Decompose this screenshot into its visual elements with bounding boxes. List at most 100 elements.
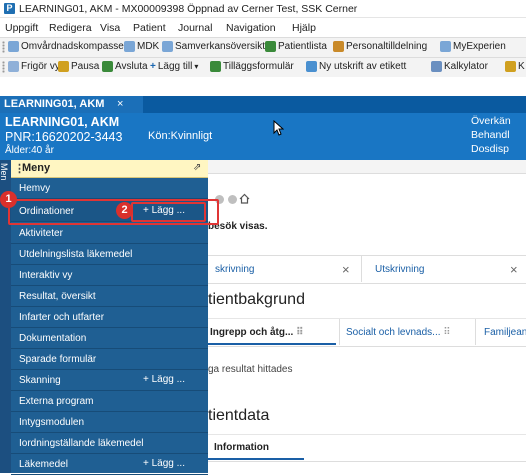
patient-sex: Kön:Kvinnligt	[148, 130, 213, 142]
exit-icon	[102, 61, 113, 72]
add-lakemedel-button[interactable]: + Lägg ...	[143, 458, 185, 469]
active-subtab-indicator	[208, 343, 336, 345]
section-patientbakgrund: tientbakgrund	[208, 291, 305, 308]
subtab-familjeanamnes[interactable]: Familjean	[484, 327, 526, 338]
menu-item-skanning[interactable]: Skanning + Lägg ...	[11, 370, 208, 391]
patient-pnr: PNR:16620202-3443	[5, 130, 123, 144]
form-icon	[210, 61, 221, 72]
subtab-socialt[interactable]: Socialt och levnads... ⠿	[346, 327, 451, 338]
print-label-icon	[306, 61, 317, 72]
banner-allergy[interactable]: Överkän	[471, 115, 511, 127]
add-skanning-button[interactable]: + Lägg ...	[143, 374, 185, 385]
menu-item-sparade-formular[interactable]: Sparade formulär	[11, 349, 208, 370]
toolbar-ny-utskrift[interactable]: Ny utskrift av etikett	[306, 61, 406, 72]
menu-title: Meny	[22, 162, 51, 174]
close-icon[interactable]: ×	[510, 262, 518, 277]
banner-dose[interactable]: Dosdisp	[471, 143, 509, 155]
menu-journal[interactable]: Journal	[178, 22, 212, 34]
mouse-cursor-icon	[273, 120, 284, 136]
highlight-add-button	[131, 202, 206, 222]
menu-hjalp[interactable]: Hjälp	[292, 22, 316, 34]
toolbar-grip	[2, 61, 5, 73]
menu-redigera[interactable]: Redigera	[49, 22, 92, 34]
menu-item-interaktiv-vy[interactable]: Interaktiv vy	[11, 265, 208, 286]
menu-item-resultat[interactable]: Resultat, översikt	[11, 286, 208, 307]
patient-list-icon	[265, 41, 276, 52]
close-icon[interactable]: ×	[117, 96, 123, 113]
pin-icon[interactable]: ⇗	[193, 162, 201, 173]
calculator-icon	[431, 61, 442, 72]
menu-item-dokumentation[interactable]: Dokumentation	[11, 328, 208, 349]
menu-item-infarter[interactable]: Infarter och utfarter	[11, 307, 208, 328]
menu-item-hemvy[interactable]: Hemvy	[11, 178, 208, 199]
content-area	[208, 160, 526, 473]
step-badge-1: 1	[0, 191, 17, 208]
toolbar-myexperience[interactable]: MyExperien	[440, 41, 506, 52]
toolbar-avsluta[interactable]: Avsluta	[102, 61, 148, 72]
toolbar-tillaggsformular[interactable]: Tilläggsformulär	[210, 61, 294, 72]
pause-icon	[58, 61, 69, 72]
home-icon[interactable]	[239, 193, 250, 204]
toolbar-lagg-till[interactable]: + Lägg till ▾	[150, 61, 198, 72]
content-top-strip	[208, 160, 526, 173]
toolbar-k[interactable]: K	[505, 61, 525, 72]
patient-tab[interactable]: LEARNING01, AKM ×	[0, 96, 143, 113]
toolbar-kalkylator[interactable]: Kalkylator	[431, 61, 488, 72]
menu-patient[interactable]: Patient	[133, 22, 166, 34]
app-icon: P	[4, 3, 15, 14]
link-icon	[124, 41, 135, 52]
link-icon	[8, 41, 19, 52]
toolbar-omvardnadskompassen[interactable]: Omvårdnadskompassen	[8, 41, 129, 52]
menu-item-aktiviteter[interactable]: Aktiviteter	[11, 223, 208, 244]
toolbar-grip	[2, 41, 5, 53]
patient-age: Ålder:40 år	[5, 145, 54, 156]
link-icon	[440, 41, 451, 52]
toolbar-samverkansoversikt[interactable]: Samverkansöversikt	[162, 41, 265, 52]
tab-information[interactable]: Information	[214, 442, 269, 453]
detach-icon	[8, 61, 19, 72]
patient-name: LEARNING01, AKM	[5, 115, 120, 129]
subtab-divider	[339, 319, 340, 345]
tab-divider	[361, 256, 362, 282]
banner-treatment[interactable]: Behandl	[471, 129, 510, 141]
menu-item-intygsmodulen[interactable]: Intygsmodulen	[11, 412, 208, 433]
drag-handle-icon[interactable]: ⠿	[443, 327, 450, 338]
toolbar-links: Omvårdnadskompassen MDK Samverkansöversi…	[0, 37, 526, 57]
toolbar-patientlista[interactable]: Patientlista	[265, 41, 327, 52]
toolbar-personaltilldelning[interactable]: Personaltilldelning	[333, 41, 427, 52]
menu-navigation[interactable]: Navigation	[226, 22, 276, 34]
subtab-ingrepp[interactable]: Ingrepp och åtg... ⠿	[210, 327, 303, 338]
toolbar-actions: Frigör vy Pausa Avsluta + Lägg till ▾ Till…	[0, 57, 526, 77]
forward-nav-icon[interactable]	[228, 195, 237, 204]
tab-inskrivning[interactable]: skrivning	[215, 264, 254, 275]
window-title: LEARNING01, AKM - MX00009398 Öppnad av C…	[19, 3, 358, 15]
patient-tab-label: LEARNING01, AKM	[4, 98, 105, 110]
toolbar-mdk[interactable]: MDK	[124, 41, 159, 52]
tab-utskrivning[interactable]: Utskrivning	[375, 264, 424, 275]
menu-item-utdelningslista[interactable]: Utdelningslista läkemedel	[11, 244, 208, 265]
encounter-tab-row	[208, 255, 526, 284]
menu-visa[interactable]: Visa	[100, 22, 120, 34]
step-badge-2: 2	[116, 202, 133, 219]
link-icon	[162, 41, 173, 52]
drag-handle-icon[interactable]: ⠿	[296, 327, 303, 338]
section-patientdata: tientdata	[208, 407, 270, 424]
side-strip-label: Men	[0, 163, 9, 181]
link-icon	[505, 61, 516, 72]
menu-item-iordningstallande[interactable]: Iordningställande läkemedel	[11, 433, 208, 454]
plus-icon: +	[150, 61, 156, 72]
menu-header: ⋮ Meny ⇗	[11, 160, 208, 178]
menu-bar: Uppgift Redigera Visa Patient Journal Na…	[0, 18, 526, 37]
chevron-down-icon: ▾	[194, 62, 199, 71]
toolbar-pausa[interactable]: Pausa	[58, 61, 99, 72]
toolbar-frigor-vy[interactable]: Frigör vy	[8, 61, 60, 72]
no-results-text: ga resultat hittades	[208, 364, 293, 375]
active-info-tab-indicator	[208, 458, 304, 460]
patient-banner: LEARNING01, AKM PNR:16620202-3443 Ålder:…	[0, 113, 526, 160]
divider	[208, 173, 526, 174]
subtab-divider	[475, 319, 476, 345]
menu-item-externa-program[interactable]: Externa program	[11, 391, 208, 412]
close-icon[interactable]: ×	[342, 262, 350, 277]
menu-uppgift[interactable]: Uppgift	[5, 22, 38, 34]
menu-item-lakemedel[interactable]: Läkemedel + Lägg ...	[11, 454, 208, 475]
